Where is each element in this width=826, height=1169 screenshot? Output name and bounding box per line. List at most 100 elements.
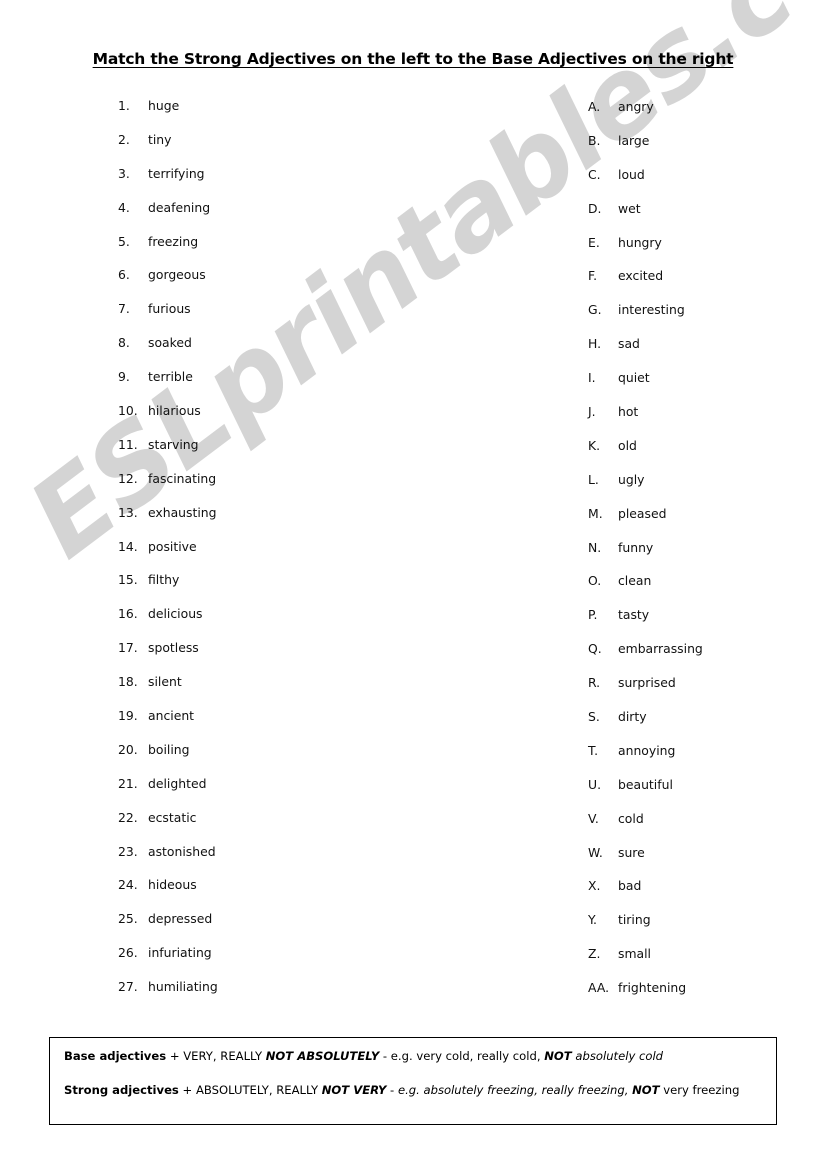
strong-adjective-row[interactable]: 16. delicious [118, 606, 448, 640]
base-adjective-marker: AA. [588, 980, 610, 996]
base-adjective-row[interactable]: X. bad [588, 878, 818, 912]
strong-adjective-marker: 24. [118, 877, 138, 893]
strong-adjective-marker: 6. [118, 267, 130, 283]
page-title: Match the Strong Adjectives on the left … [0, 50, 826, 69]
strong-adjective-marker: 1. [118, 98, 130, 113]
base-adjective-row[interactable]: Z. small [588, 946, 818, 980]
base-adjective-row[interactable]: W. sure [588, 845, 818, 879]
base-adjective-row[interactable]: D. wet [588, 201, 818, 235]
strong-adjective-word: filthy [148, 572, 180, 588]
rule1-label: Base adjectives [64, 1049, 167, 1063]
base-adjective-marker: D. [588, 200, 602, 216]
rule2-example-not: NOT [632, 1083, 660, 1097]
strong-adjective-row[interactable]: 15. filthy [118, 572, 448, 606]
strong-adjective-row[interactable]: 25. depressed [118, 911, 448, 945]
strong-adjective-row[interactable]: 5. freezing [118, 234, 448, 268]
base-adjective-row[interactable]: N. funny [588, 540, 818, 574]
strong-adjective-row[interactable]: 8. soaked [118, 335, 448, 369]
strong-adjective-row[interactable]: 4. deafening [118, 200, 448, 234]
strong-adjective-row[interactable]: 12. fascinating [118, 471, 448, 505]
base-adjective-row[interactable]: T. annoying [588, 743, 818, 777]
strong-adjective-row[interactable]: 11. starving [118, 437, 448, 471]
strong-adjective-row[interactable]: 9. terrible [118, 369, 448, 403]
strong-adjective-row[interactable]: 22. ecstatic [118, 810, 448, 844]
base-adjective-row[interactable]: Y. tiring [588, 912, 818, 946]
strong-adjective-row[interactable]: 3. terrifying [118, 166, 448, 200]
strong-adjective-word: furious [148, 301, 191, 317]
base-adjective-row[interactable]: V. cold [588, 811, 818, 845]
strong-adjective-row[interactable]: 24. hideous [118, 877, 448, 911]
base-adjective-word: old [618, 437, 637, 453]
base-adjective-row[interactable]: L. ugly [588, 472, 818, 506]
strong-adjective-row[interactable]: 1. huge [118, 98, 448, 132]
base-adjective-row[interactable]: G. interesting [588, 302, 818, 336]
base-adjective-row[interactable]: Q. embarrassing [588, 641, 818, 675]
base-adjective-marker: Z. [588, 946, 601, 962]
base-adjective-word: dirty [618, 709, 647, 725]
base-adjective-row[interactable]: S. dirty [588, 709, 818, 743]
strong-adjective-row[interactable]: 14. positive [118, 539, 448, 573]
base-adjective-row[interactable]: H. sad [588, 336, 818, 370]
base-adjective-word: ugly [618, 471, 645, 487]
base-adjective-row[interactable]: M. pleased [588, 506, 818, 540]
strong-adjective-word: depressed [148, 911, 213, 927]
strong-adjective-word: exhausting [148, 504, 217, 520]
base-adjective-word: bad [618, 878, 642, 894]
base-adjective-row[interactable]: R. surprised [588, 675, 818, 709]
strong-adjective-marker: 20. [118, 741, 138, 757]
strong-adjective-row[interactable]: 26. infuriating [118, 945, 448, 979]
base-adjective-row[interactable]: B. large [588, 133, 818, 167]
strong-adjective-word: deafening [148, 199, 211, 215]
base-adjective-marker: S. [588, 709, 600, 725]
strong-adjectives-column: 1. huge 2. tiny 3. terrifying 4. deafening 5. fre… [118, 98, 448, 1013]
base-adjective-row[interactable]: C. loud [588, 167, 818, 201]
base-adjective-row[interactable]: F. excited [588, 268, 818, 302]
rules-box: Base adjectives + VERY, REALLY NOT ABSOL… [49, 1037, 777, 1125]
base-adjective-row[interactable]: AA. frightening [588, 980, 818, 1014]
base-adjective-row[interactable]: A. angry [588, 99, 818, 133]
rule1-negation: NOT ABSOLUTELY [265, 1049, 380, 1063]
base-adjective-row[interactable]: P. tasty [588, 607, 818, 641]
base-adjective-marker: Y. [588, 912, 597, 928]
base-adjective-row[interactable]: J. hot [588, 404, 818, 438]
base-adjective-row[interactable]: I. quiet [588, 370, 818, 404]
strong-adjective-row[interactable]: 23. astonished [118, 844, 448, 878]
strong-adjective-row[interactable]: 17. spotless [118, 640, 448, 674]
strong-adjective-marker: 17. [118, 640, 138, 656]
base-adjective-row[interactable]: U. beautiful [588, 777, 818, 811]
rule2-dash: - [386, 1083, 398, 1097]
strong-adjective-row[interactable]: 6. gorgeous [118, 267, 448, 301]
strong-adjective-row[interactable]: 27. humiliating [118, 979, 448, 1013]
rule2-plus: + [178, 1083, 196, 1097]
base-adjective-marker: R. [588, 675, 601, 691]
base-adjective-row[interactable]: K. old [588, 438, 818, 472]
strong-adjective-row[interactable]: 13. exhausting [118, 505, 448, 539]
page-title-text: Match the Strong Adjectives on the left … [92, 50, 734, 68]
strong-adjective-row[interactable]: 20. boiling [118, 742, 448, 776]
base-adjective-word: cold [618, 810, 644, 826]
base-adjective-marker: F. [588, 268, 598, 284]
strong-adjective-row[interactable]: 7. furious [118, 301, 448, 335]
rule2-negation: NOT VERY [321, 1083, 387, 1097]
strong-adjective-row[interactable]: 19. ancient [118, 708, 448, 742]
base-adjective-marker: M. [588, 505, 603, 521]
strong-adjective-row[interactable]: 18. silent [118, 674, 448, 708]
base-adjective-word: tiring [618, 912, 651, 928]
base-adjective-marker: V. [588, 810, 599, 826]
base-adjective-word: wet [618, 200, 641, 216]
base-adjective-marker: W. [588, 844, 603, 860]
strong-adjective-row[interactable]: 10. hilarious [118, 403, 448, 437]
base-adjective-word: hot [618, 404, 639, 420]
rule1-example-not: NOT [544, 1049, 572, 1063]
base-adjective-row[interactable]: E. hungry [588, 235, 818, 269]
base-adjective-row[interactable]: O. clean [588, 573, 818, 607]
strong-adjective-row[interactable]: 2. tiny [118, 132, 448, 166]
strong-adjective-marker: 12. [118, 470, 138, 486]
strong-adjective-word: soaked [148, 335, 192, 351]
strong-adjective-marker: 22. [118, 809, 138, 825]
base-adjective-marker: K. [588, 437, 601, 453]
base-adjective-marker: X. [588, 878, 601, 894]
strong-adjective-row[interactable]: 21. delighted [118, 776, 448, 810]
worksheet-page: ESLprintables.com Match the Strong Adjec… [0, 0, 826, 1169]
base-adjective-word: clean [618, 573, 652, 589]
